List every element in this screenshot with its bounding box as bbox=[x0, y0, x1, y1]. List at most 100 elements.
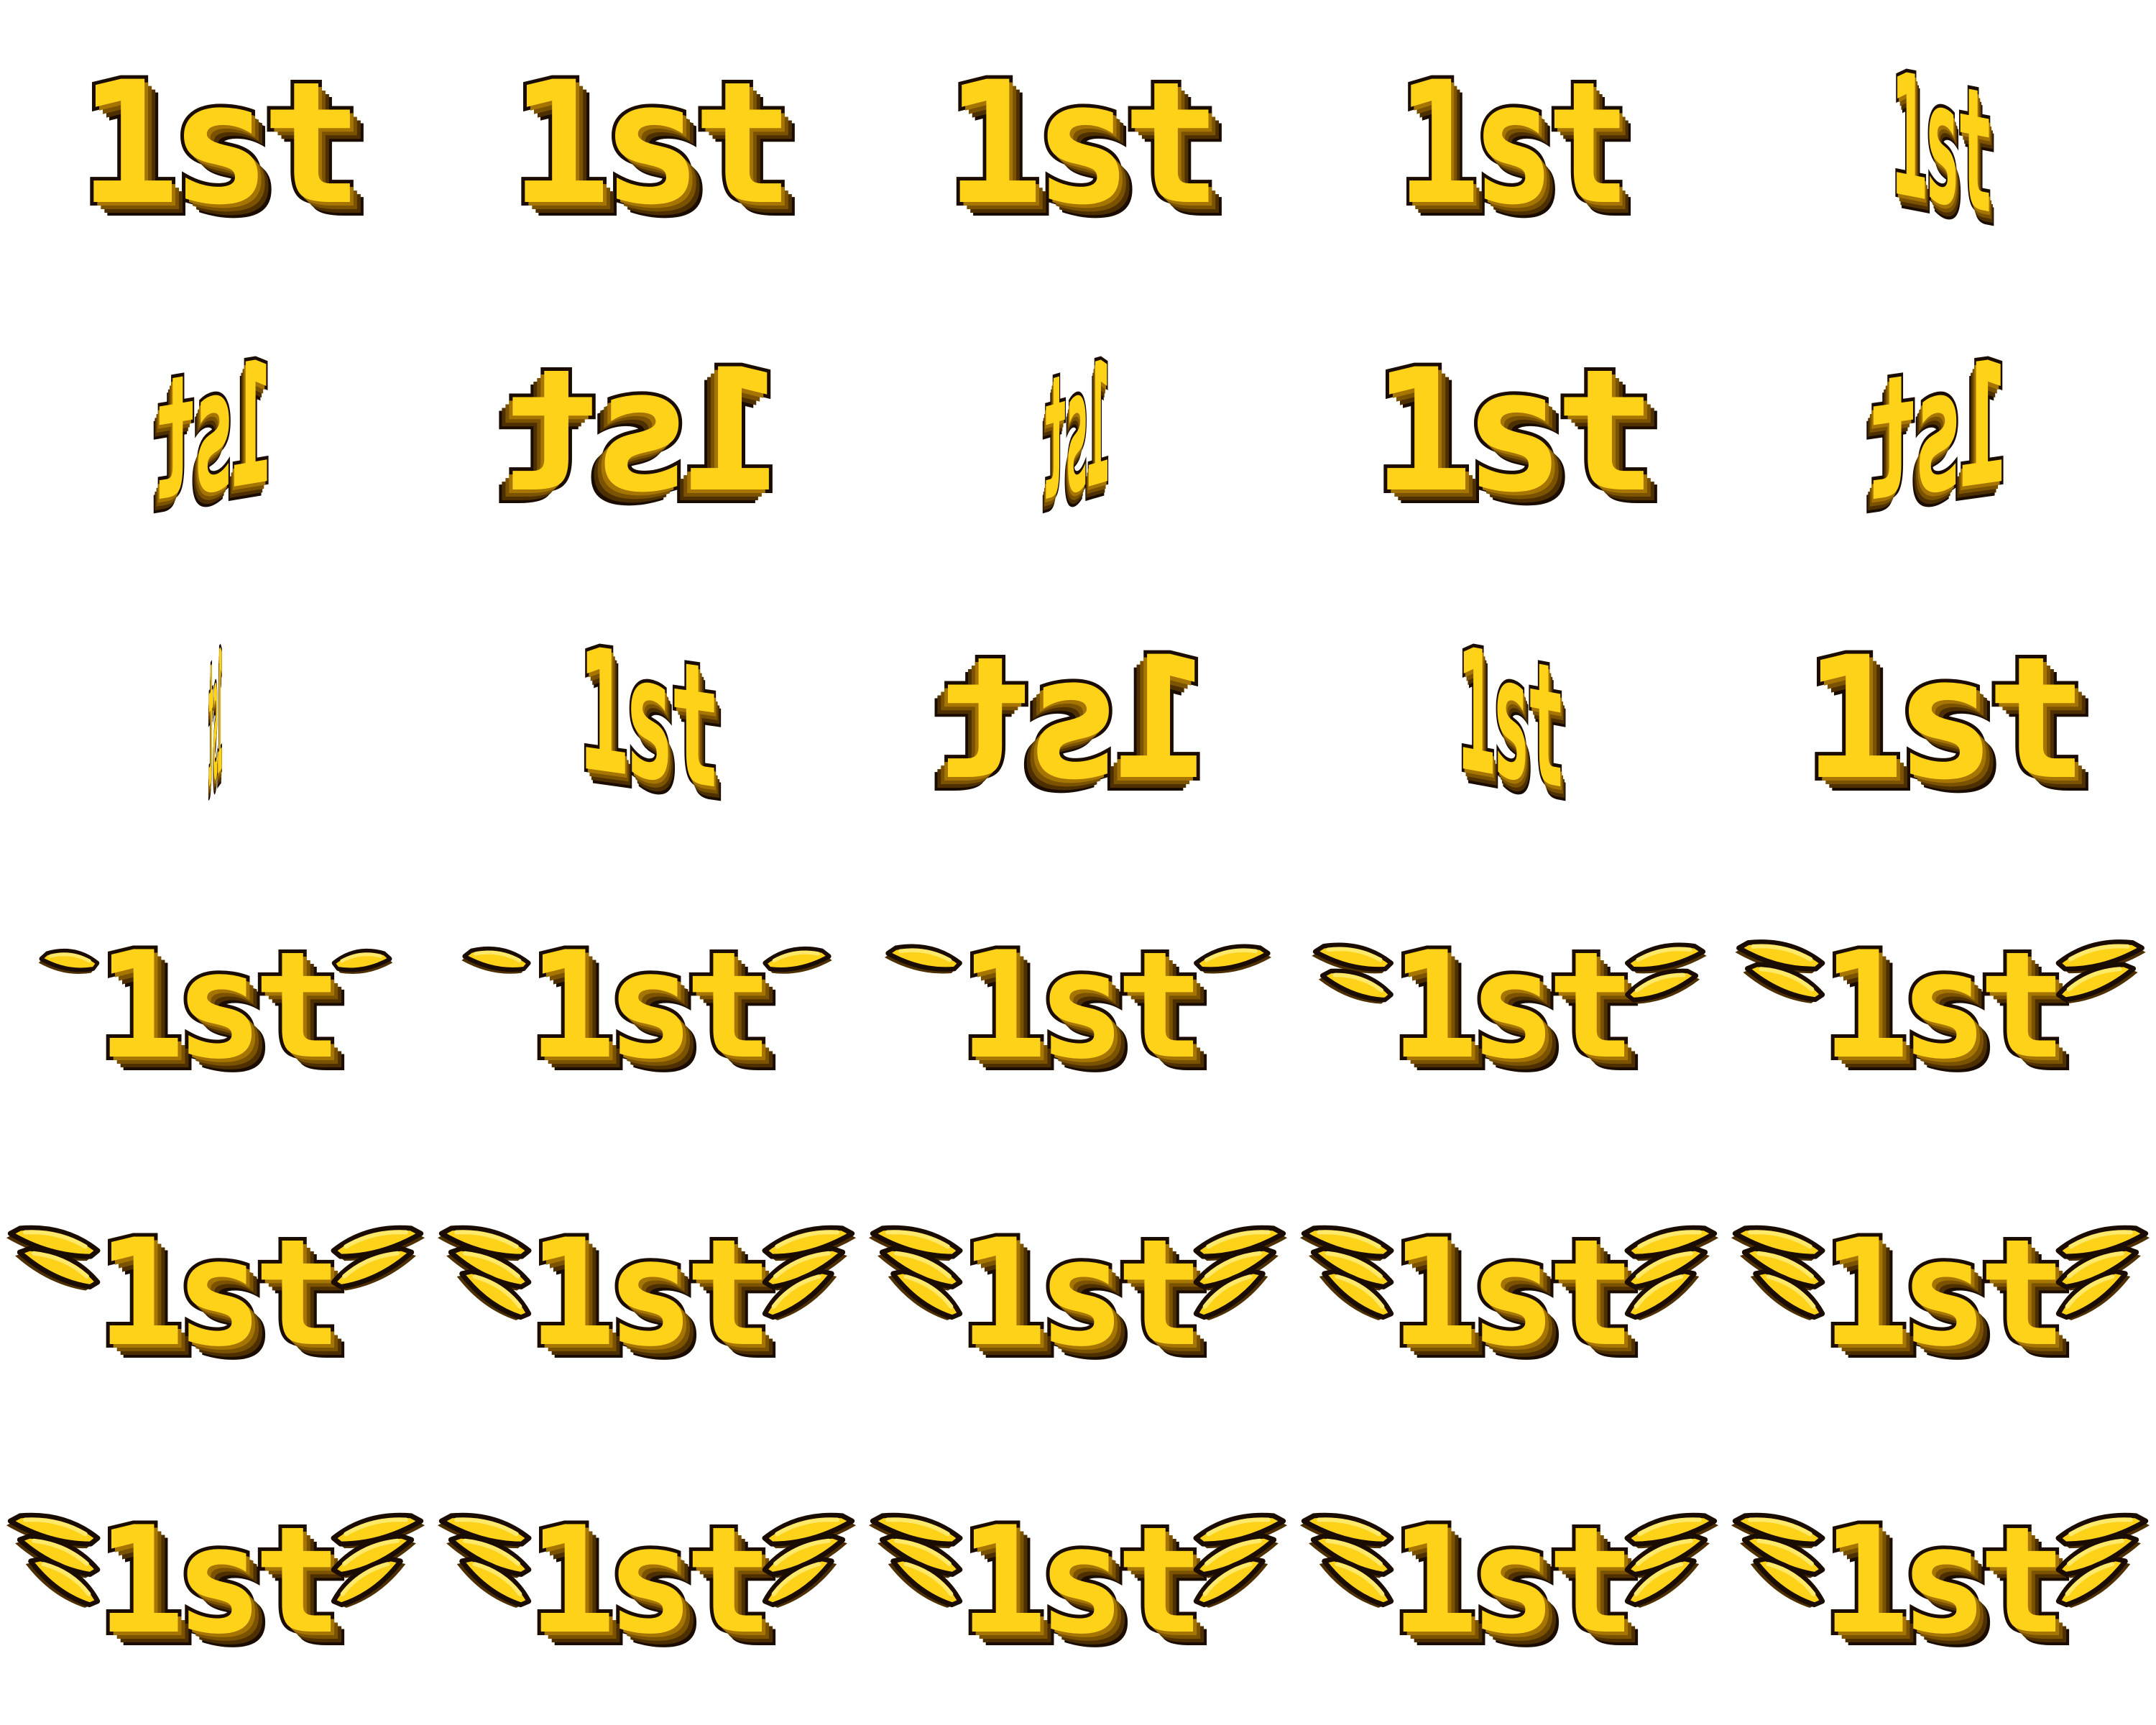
sprite-frame: 1st bbox=[431, 0, 862, 288]
sprite-frame-transform: 1st bbox=[1800, 575, 2091, 862]
wing-right-icon bbox=[2054, 934, 2155, 1078]
1st-badge-winged-icon: 1st bbox=[1, 1495, 430, 1667]
wing-right-svg bbox=[1194, 944, 1272, 974]
wing-left-svg bbox=[1299, 1225, 1394, 1320]
sprite-frame-transform: 1st bbox=[506, 288, 788, 575]
wing-left-svg bbox=[38, 948, 100, 974]
badge-label: 1st bbox=[941, 617, 1215, 821]
wing-right-svg bbox=[1624, 1225, 1719, 1320]
sprite-frame-transform: 1st bbox=[75, 0, 367, 288]
wing-left-icon bbox=[1, 1509, 102, 1653]
1st-badge-winged-icon: 1st bbox=[1, 1208, 430, 1379]
wing-left-svg bbox=[868, 1512, 963, 1608]
badge-label: 1st bbox=[955, 1495, 1208, 1667]
wing-right-icon bbox=[2054, 1509, 2155, 1653]
sprite-frame-transform: 1st bbox=[1, 862, 430, 1150]
feather-right-1 bbox=[763, 946, 832, 974]
wing-left-svg bbox=[6, 1512, 101, 1608]
1st-badge-icon: 1st bbox=[208, 610, 223, 827]
wing-left-icon bbox=[1726, 1222, 1827, 1366]
wing-right-svg bbox=[1624, 1512, 1719, 1608]
badge-label: 1st bbox=[1818, 1208, 2070, 1379]
wing-right-svg bbox=[763, 946, 832, 974]
wing-left-icon bbox=[864, 1509, 964, 1653]
wing-left-svg bbox=[1312, 942, 1393, 1004]
sprite-frame: 1st bbox=[0, 1438, 431, 1725]
sprite-frame: 1st bbox=[862, 288, 1294, 575]
feather-left-1 bbox=[38, 948, 100, 974]
1st-badge-icon: 1st bbox=[941, 617, 1215, 821]
badge-label: 1st bbox=[524, 1208, 777, 1379]
sprite-frame: 1st bbox=[0, 288, 431, 575]
1st-badge-icon: 1st bbox=[506, 56, 798, 232]
wing-right-svg bbox=[1193, 1225, 1288, 1320]
1st-badge-icon: 1st bbox=[155, 321, 275, 541]
sprite-frame-transform: 1st bbox=[1726, 1438, 2155, 1725]
wing-right-svg bbox=[762, 1225, 857, 1320]
sprite-frame: 1st bbox=[0, 0, 431, 288]
1st-badge-winged-icon: 1st bbox=[433, 929, 861, 1083]
wing-right-icon bbox=[1623, 1509, 1723, 1653]
sprite-frame: 1st bbox=[431, 288, 862, 575]
badge-label: 1st bbox=[1393, 45, 1633, 242]
wing-right-svg bbox=[331, 1512, 425, 1608]
feather-right-1 bbox=[1194, 944, 1272, 974]
sprite-frame-transform: 1st bbox=[864, 862, 1292, 1150]
sprite-frame: 1st bbox=[0, 575, 431, 862]
badge-label: 1st bbox=[93, 1495, 346, 1667]
wing-right-svg bbox=[1193, 1512, 1288, 1608]
sprite-frame: 1st bbox=[431, 1438, 862, 1725]
sprite-frame-transform: 1st bbox=[1, 1438, 430, 1725]
1st-badge-winged-icon: 1st bbox=[433, 1495, 861, 1667]
wing-right-svg bbox=[762, 1512, 857, 1608]
wing-left-svg bbox=[437, 1512, 532, 1608]
sprite-frame-transform: 1st bbox=[576, 566, 718, 873]
wing-left-icon bbox=[1295, 1509, 1396, 1653]
wing-left-icon bbox=[1295, 934, 1396, 1078]
feather-right-1 bbox=[331, 948, 393, 974]
sprite-frame-transform: 1st bbox=[506, 0, 798, 288]
badge-label: 1st bbox=[1368, 333, 1660, 530]
badge-label: 1st bbox=[506, 330, 788, 533]
1st-badge-winged-icon: 1st bbox=[1295, 929, 1723, 1083]
sprite-frame-transform: 1st bbox=[208, 566, 223, 873]
wing-right-icon bbox=[1623, 934, 1723, 1078]
sprite-sheet: 1st 1st 1st 1st 1st 1st 1st 1st 1st 1st 1st 1st 1st 1… bbox=[0, 0, 2156, 1725]
badge-label: 1st bbox=[1818, 920, 2070, 1092]
sprite-frame: 1st bbox=[862, 575, 1294, 862]
wing-right-icon bbox=[1192, 934, 1292, 1078]
wing-left-svg bbox=[1731, 1512, 1825, 1608]
sprite-frame: 1st bbox=[431, 1150, 862, 1438]
sprite-frame-transform: 1st bbox=[1295, 1438, 1723, 1725]
1st-badge-icon: 1st bbox=[1800, 631, 2091, 807]
badge-label: 1st bbox=[524, 1495, 777, 1667]
wing-left-icon bbox=[1, 1222, 102, 1366]
feather-left-1 bbox=[461, 946, 531, 974]
badge-label: 1st bbox=[208, 610, 223, 827]
1st-badge-icon: 1st bbox=[941, 45, 1225, 242]
1st-badge-icon: 1st bbox=[75, 56, 367, 232]
1st-badge-icon: 1st bbox=[1889, 34, 1992, 254]
wing-right-icon bbox=[760, 1509, 861, 1653]
1st-badge-icon: 1st bbox=[1393, 45, 1633, 242]
sprite-frame-transform: 1st bbox=[1295, 862, 1723, 1150]
wing-left-svg bbox=[1299, 1512, 1394, 1608]
wing-left-svg bbox=[884, 944, 962, 974]
wing-left-svg bbox=[868, 1225, 963, 1320]
badge-label: 1st bbox=[1455, 609, 1563, 829]
wing-right-svg bbox=[331, 1225, 425, 1291]
wing-right-icon bbox=[1192, 1509, 1292, 1653]
1st-badge-winged-icon: 1st bbox=[433, 1208, 861, 1379]
wing-right-svg bbox=[331, 948, 393, 974]
1st-badge-winged-icon: 1st bbox=[1726, 920, 2155, 1092]
wing-left-svg bbox=[437, 1225, 532, 1320]
feather-left-1 bbox=[884, 944, 962, 974]
1st-badge-icon: 1st bbox=[1368, 333, 1660, 530]
sprite-frame: 1st bbox=[0, 862, 431, 1150]
sprite-frame-transform: 1st bbox=[433, 1438, 861, 1725]
badge-label: 1st bbox=[941, 45, 1225, 242]
sprite-frame: 1st bbox=[431, 575, 862, 862]
1st-badge-winged-icon: 1st bbox=[1726, 1504, 2155, 1658]
badge-label: 1st bbox=[93, 1208, 346, 1379]
1st-badge-winged-icon: 1st bbox=[864, 929, 1292, 1083]
